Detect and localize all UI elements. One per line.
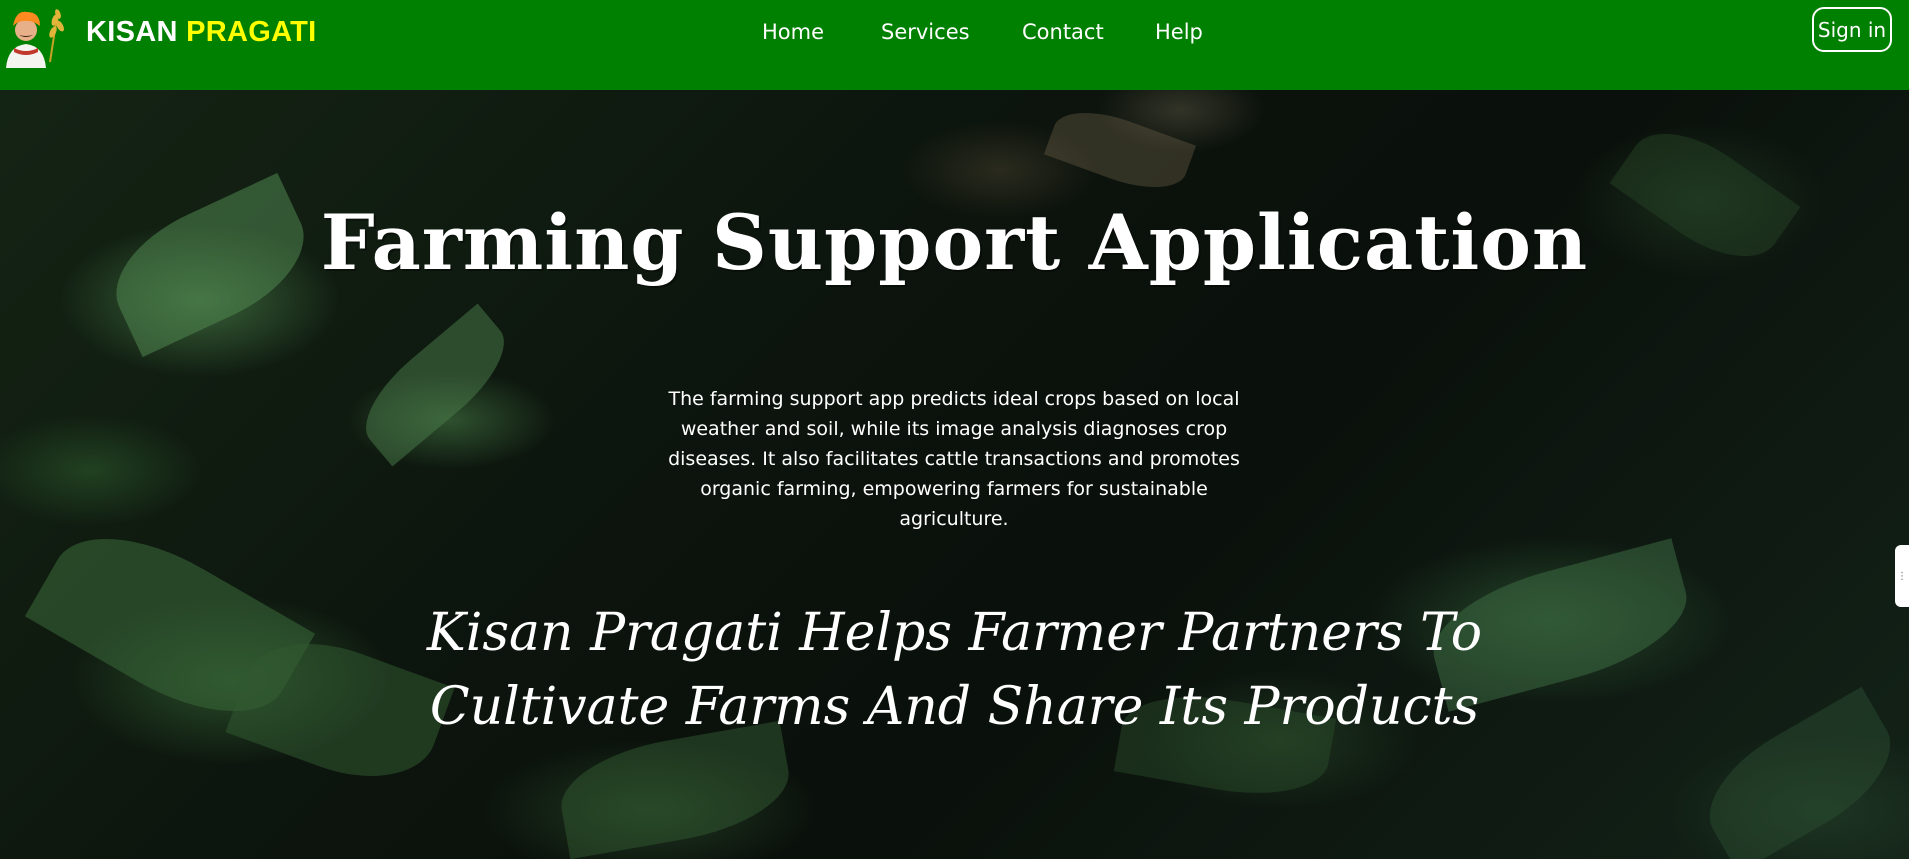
navbar: KISAN PRAGATI Home Services Contact Help…	[0, 0, 1909, 90]
brand-name-part2: PRAGATI	[186, 16, 317, 48]
brand-name-part1: KISAN	[86, 16, 178, 48]
brand-logo[interactable]: KISAN PRAGATI	[86, 16, 317, 49]
nav-help-link[interactable]: Help	[1155, 20, 1203, 44]
hero-tagline-line1: Kisan Pragati Helps Farmer Partners To	[426, 603, 1483, 663]
hero-section: Farming Support Application The farming …	[0, 90, 1909, 859]
nav-contact-link[interactable]: Contact	[1022, 20, 1104, 44]
hero-tagline-line2: Cultivate Farms And Share Its Products	[429, 677, 1480, 737]
nav-home-link[interactable]: Home	[762, 20, 824, 44]
sign-in-button[interactable]: Sign in	[1812, 7, 1892, 52]
hero-description: The farming support app predicts ideal c…	[668, 388, 1240, 530]
hero-tagline: Kisan Pragati Helps Farmer Partners To C…	[0, 596, 1909, 744]
hero-title: Farming Support Application	[320, 198, 1589, 287]
nav-services-link[interactable]: Services	[881, 20, 970, 44]
feedback-tab-icon[interactable]: ⋮	[1895, 545, 1909, 607]
farmer-logo-icon[interactable]	[0, 0, 76, 68]
